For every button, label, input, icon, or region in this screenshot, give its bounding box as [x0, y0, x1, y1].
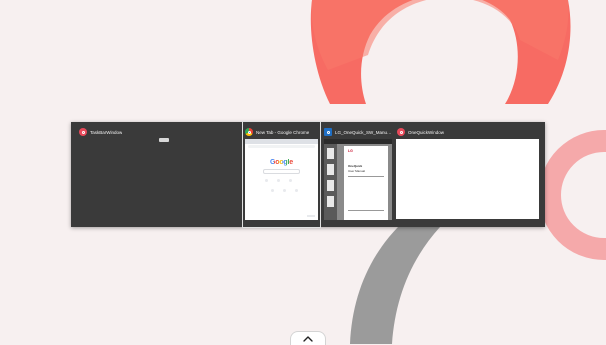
- window-tile-onequickwindow[interactable]: OneQuickWindow: [395, 122, 543, 227]
- window-tile-taskbarwindow[interactable]: TaskBarWindow: [75, 122, 243, 227]
- page-thumbnail: [327, 180, 334, 191]
- pdf-subtext: User Manual: [348, 169, 366, 173]
- shortcut-tile: [271, 189, 274, 192]
- onequick-thumbnail: [396, 139, 539, 219]
- window-title: TaskBarWindow: [90, 129, 123, 135]
- window-title: OneQuickWindow: [408, 129, 445, 135]
- lg-logo: LG: [348, 149, 353, 153]
- window-switcher: TaskBarWindow New Tab - Google Chrome Go…: [71, 121, 545, 228]
- window-tile-chrome[interactable]: New Tab - Google Chrome Google: [242, 121, 321, 228]
- customize-button: [307, 215, 315, 217]
- window-title: LG_OneQuick_SW_Manual_en...: [335, 129, 392, 135]
- chrome-thumbnail: Google: [245, 139, 318, 220]
- expand-taskbar-button[interactable]: [290, 331, 326, 345]
- shortcut-tile: [277, 179, 280, 182]
- chevron-up-icon: [303, 335, 313, 342]
- shortcut-tile: [265, 179, 268, 182]
- pdf-page: LG OneQuick User Manual: [344, 146, 388, 220]
- window-tile-header: OneQuickWindow: [397, 126, 543, 138]
- window-tile-header: New Tab - Google Chrome: [245, 126, 320, 138]
- page-thumbnail: [327, 196, 334, 207]
- google-search-box: [263, 169, 300, 174]
- chrome-address-bar: [248, 145, 315, 148]
- chrome-icon: [245, 128, 253, 136]
- pdf-page-sidebar: [324, 144, 337, 220]
- chrome-tab-bar: [245, 139, 318, 144]
- divider: [348, 210, 384, 211]
- pdf-viewer-icon: [324, 128, 332, 136]
- window-title: New Tab - Google Chrome: [256, 129, 310, 135]
- taskbar-preview-bar: [159, 138, 169, 142]
- onequick-app-icon: [79, 128, 87, 136]
- divider: [348, 176, 384, 177]
- google-logo: Google: [270, 159, 293, 166]
- page-thumbnail: [327, 164, 334, 175]
- pdf-thumbnail: LG OneQuick User Manual: [324, 139, 392, 220]
- shortcut-tile: [289, 179, 292, 182]
- window-tile-pdf-manual[interactable]: LG_OneQuick_SW_Manual_en... LG OneQuick …: [322, 122, 392, 227]
- page-thumbnail: [327, 148, 334, 159]
- window-tile-header: LG_OneQuick_SW_Manual_en...: [324, 126, 392, 138]
- window-tile-header: TaskBarWindow: [79, 126, 243, 138]
- onequick-app-icon: [397, 128, 405, 136]
- shortcut-tile: [295, 189, 298, 192]
- shortcut-tile: [283, 189, 286, 192]
- pdf-heading: OneQuick: [348, 164, 363, 168]
